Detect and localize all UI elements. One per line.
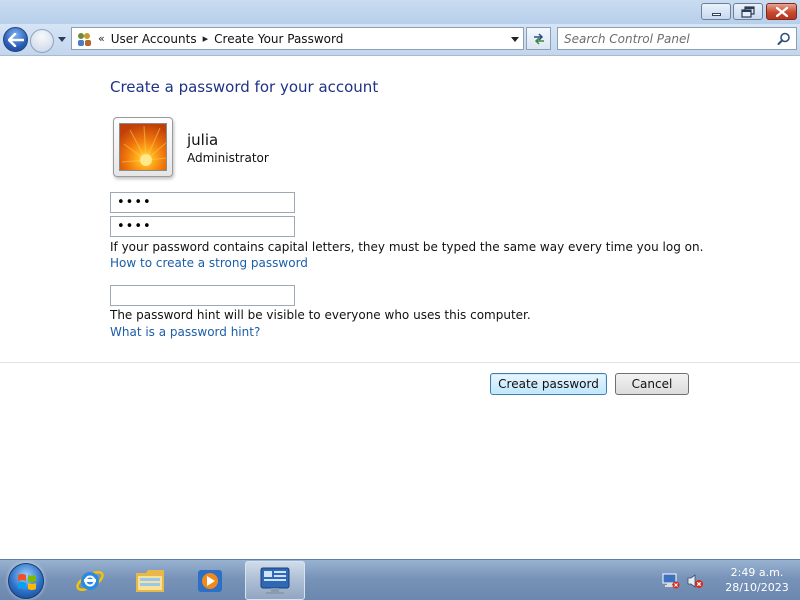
taskbar-control-panel[interactable] [245,561,305,600]
restore-button[interactable] [733,3,763,20]
forward-button[interactable] [30,29,54,53]
close-icon [767,4,796,19]
user-picture-flower [119,123,167,171]
network-error-icon[interactable] [662,573,680,589]
folder-icon [136,569,164,592]
close-button[interactable] [766,3,797,20]
password-hint-help-link[interactable]: What is a password hint? [110,325,260,339]
breadcrumb-create-your-password[interactable]: Create Your Password [214,32,343,46]
cancel-button[interactable]: Cancel [615,373,689,395]
breadcrumb-user-accounts[interactable]: User Accounts [111,32,197,46]
window-titlebar [0,0,800,24]
control-panel-icon [78,32,91,46]
media-player-icon [198,569,222,592]
start-button[interactable] [8,563,44,599]
system-clock[interactable]: 2:49 a.m. 28/10/2023 [718,565,796,595]
divider [0,362,800,363]
windows-logo-icon [18,574,36,590]
password-hint-note: The password hint will be visible to eve… [110,308,531,322]
refresh-icon [533,32,544,45]
navigation-bar: « User Accounts ▸ Create Your Password [0,24,800,56]
account-username: julia [187,131,219,149]
control-panel-icon [260,567,290,594]
minimize-button[interactable] [701,3,731,20]
page-title: Create a password for your account [110,78,379,96]
taskbar: 2:49 a.m. 28/10/2023 [0,559,800,600]
address-dropdown-icon[interactable] [511,37,519,42]
clock-date: 28/10/2023 [725,581,789,594]
new-password-field[interactable] [110,192,295,213]
taskbar-media-player[interactable] [182,561,238,600]
internet-explorer-icon [76,570,104,591]
address-bar[interactable]: « User Accounts ▸ Create Your Password [71,27,524,50]
back-button[interactable] [3,27,28,52]
taskbar-internet-explorer[interactable] [62,561,118,600]
avatar [113,117,173,177]
recent-pages-dropdown[interactable] [58,37,66,42]
breadcrumb-separator[interactable]: ▸ [203,32,209,45]
clock-time: 2:49 a.m. [730,566,784,579]
back-arrow-icon [8,33,24,47]
create-password-button[interactable]: Create password [490,373,607,395]
minimize-icon [711,13,721,16]
strong-password-link[interactable]: How to create a strong password [110,256,308,270]
restore-icon [734,4,762,19]
notification-area: 2:49 a.m. 28/10/2023 [640,560,800,600]
account-type: Administrator [187,151,269,165]
search-icon[interactable] [777,32,791,46]
search-box[interactable] [557,27,797,50]
capital-letters-note: If your password contains capital letter… [110,240,704,254]
password-hint-field[interactable] [110,285,295,306]
refresh-button[interactable] [526,27,551,50]
breadcrumb-overflow[interactable]: « [98,32,105,45]
search-input[interactable] [564,31,769,47]
taskbar-windows-explorer[interactable] [122,561,178,600]
confirm-password-field[interactable] [110,216,295,237]
volume-muted-icon[interactable] [686,573,704,589]
